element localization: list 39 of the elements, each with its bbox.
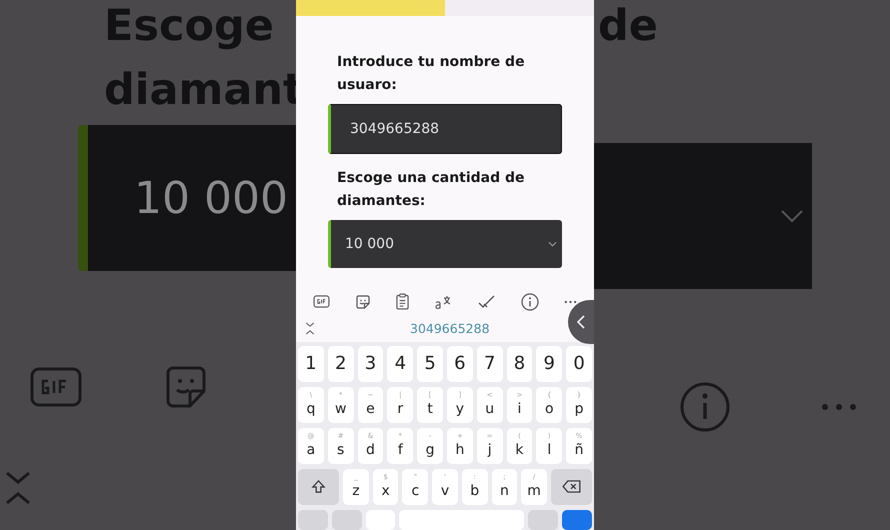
clipboard-icon[interactable] [396,293,410,310]
gif-icon[interactable] [313,295,330,308]
keyboard-key[interactable]: 2 [328,346,354,382]
heading-text: diamant [104,64,296,117]
amount-value: 10 000 [134,172,288,224]
heading-text: Escoge [104,0,275,53]
backspace-key[interactable] [550,468,592,505]
backspace-icon [562,480,581,494]
info-icon[interactable] [520,292,539,311]
keyboard-key[interactable]: 1 [298,346,324,382]
shift-key[interactable] [298,468,340,505]
heading-text: de [598,0,659,53]
keyboard-key[interactable]: 7 [476,346,503,382]
keyboard-key[interactable]: 0 [566,346,592,382]
field-label: Introduce tu nombre de usuaro: [336,53,526,96]
collapse-icon [5,470,31,506]
keyboard-key[interactable]: 3 [358,346,384,382]
keyboard-key[interactable]: 5 [417,346,443,382]
info-icon [679,381,731,433]
chevron-left-icon [577,315,585,329]
translate-icon[interactable] [434,294,452,310]
shift-icon [311,479,326,494]
sticker-icon[interactable] [355,294,372,310]
gif-icon [30,367,82,407]
keyboard-key[interactable]: 4 [387,346,414,382]
keyboard-key[interactable]: 6 [446,346,473,382]
username-input-field[interactable]: 3049665288 [328,104,562,154]
more-icon [821,403,857,411]
keyboard-key[interactable]: 8 [506,346,532,382]
enter-key[interactable] [562,510,592,530]
more-icon[interactable] [564,300,577,304]
side-panel-handle[interactable] [568,300,594,344]
collapse-icon[interactable] [305,322,315,335]
amount-select[interactable]: 10 000 [328,220,562,268]
check-icon[interactable] [478,294,496,309]
chevron-down-icon [548,241,557,248]
chevron-down-icon [780,209,804,223]
field-label: Escoge una cantidad de diamantes: [336,169,526,212]
keyboard-key[interactable]: 9 [536,346,562,382]
